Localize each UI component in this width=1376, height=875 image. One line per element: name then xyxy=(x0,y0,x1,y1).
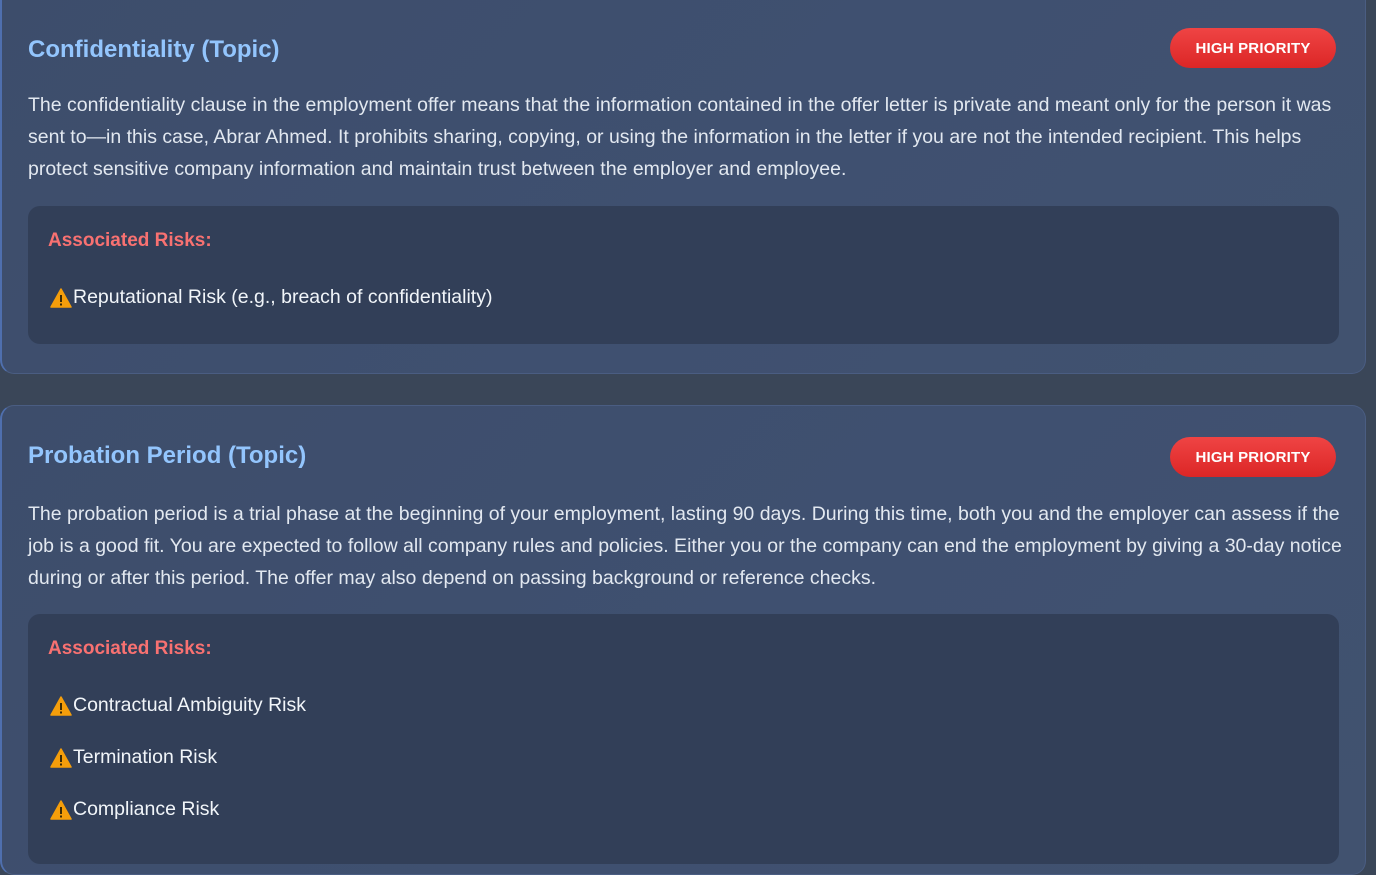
topic-title: Confidentiality (Topic) xyxy=(28,36,280,63)
warning-icon xyxy=(50,799,72,820)
risk-item: Reputational Risk (e.g., breach of confi… xyxy=(50,286,492,309)
topic-description: The confidentiality clause in the employ… xyxy=(28,94,1332,180)
risks-panel: Associated Risks: Reputational Risk (e.g… xyxy=(28,206,1339,344)
warning-icon xyxy=(50,287,72,308)
priority-badge: HIGH PRIORITY xyxy=(1170,28,1336,68)
risk-item: Compliance Risk xyxy=(50,798,219,821)
risk-item-label: Termination Risk xyxy=(73,746,218,768)
risks-heading: Associated Risks: xyxy=(48,230,212,251)
topic-title: Probation Period (Topic) xyxy=(28,442,307,469)
warning-icon xyxy=(50,747,72,768)
risk-item-label: Contractual Ambiguity Risk xyxy=(73,694,307,716)
risk-item: Contractual Ambiguity Risk xyxy=(50,694,306,717)
risks-heading: Associated Risks: xyxy=(48,638,212,659)
topic-card-probation-period: Probation Period (Topic) HIGH PRIORITY T… xyxy=(0,405,1366,875)
topic-card-confidentiality: Confidentiality (Topic) HIGH PRIORITY Th… xyxy=(0,0,1366,374)
risk-item-label: Reputational Risk (e.g., breach of confi… xyxy=(73,286,493,308)
risks-panel: Associated Risks: Contractual Ambiguity … xyxy=(28,614,1339,864)
risk-item-label: Compliance Risk xyxy=(73,798,220,820)
topic-description: The probation period is a trial phase at… xyxy=(28,503,1342,589)
priority-badge: HIGH PRIORITY xyxy=(1170,437,1336,477)
warning-icon xyxy=(50,695,72,716)
risk-item: Termination Risk xyxy=(50,746,217,769)
